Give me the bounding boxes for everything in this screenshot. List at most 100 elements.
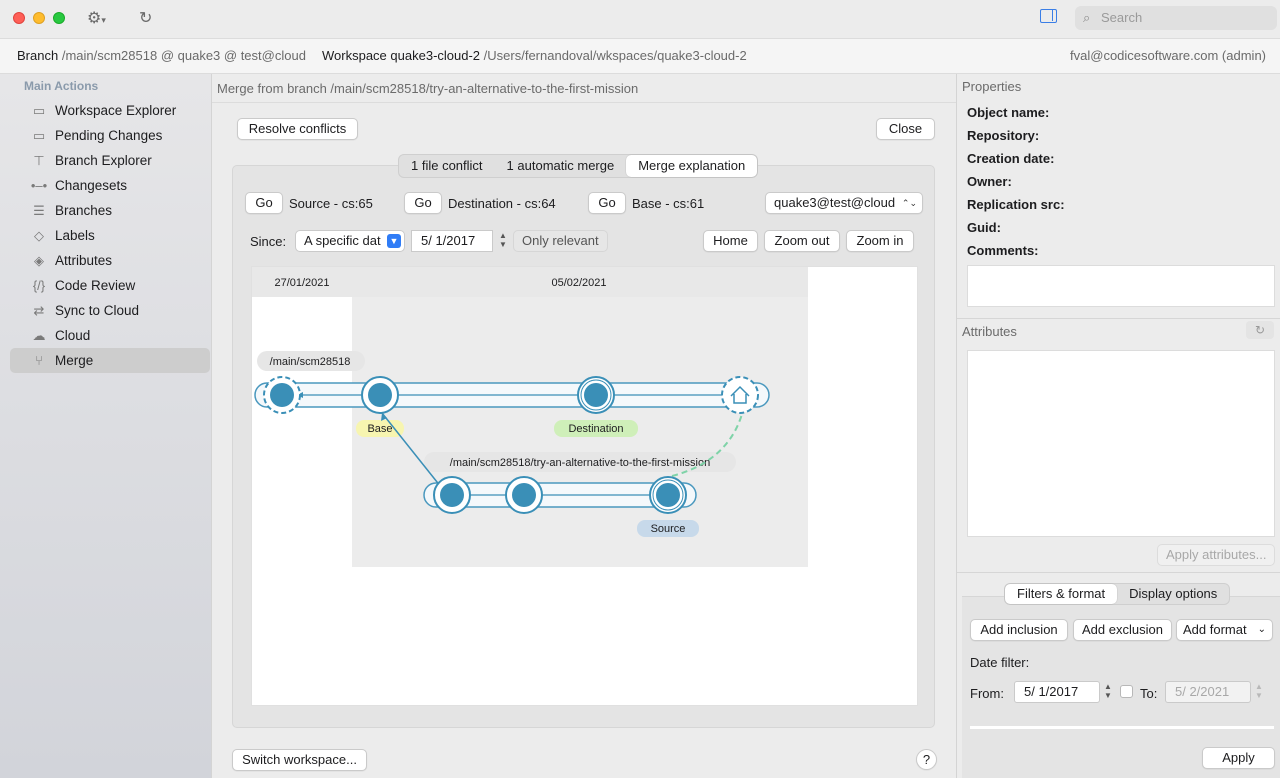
changesets-icon: •–• [30, 178, 48, 193]
filters-list-edge [970, 726, 1274, 729]
sidebar-item-label: Pending Changes [55, 128, 163, 143]
sidebar-item-label: Cloud [55, 328, 91, 343]
repository-select[interactable]: quake3@test@cloud ⌃⌄ [765, 192, 923, 214]
comments-field[interactable] [967, 265, 1275, 307]
replication-src-label: Replication src: [967, 197, 1065, 212]
only-relevant-toggle[interactable]: Only relevant [513, 230, 608, 252]
since-date-field[interactable]: 5/ 1/2017 [411, 230, 493, 252]
sidebar-item-branches[interactable]: ☰ Branches [10, 198, 210, 223]
date-label: 27/01/2021 [274, 277, 329, 289]
from-date-value: 5/ 1/2017 [1024, 684, 1079, 699]
add-exclusion-button[interactable]: Add exclusion [1073, 619, 1172, 641]
workspace-name: quake3-cloud-2 [390, 48, 481, 63]
sidebar-item-code-review[interactable]: {/} Code Review [10, 273, 210, 298]
zoom-out-button[interactable]: Zoom out [764, 230, 840, 252]
sidebar-item-changesets[interactable]: •–• Changesets [10, 173, 210, 198]
changeset-node-head[interactable] [721, 376, 759, 414]
changeset-node-fill [656, 483, 680, 507]
owner-label: Owner: [967, 174, 1012, 189]
merge-title: Merge from branch /main/scm28518/try-an-… [217, 81, 639, 96]
sidebar-item-label: Branch Explorer [55, 153, 152, 168]
creation-date-label: Creation date: [967, 151, 1055, 166]
sidebar-item-workspace-explorer[interactable]: ▭ Workspace Explorer [10, 98, 210, 123]
sidebar-item-branch-explorer[interactable]: ⊤ Branch Explorer [10, 148, 210, 173]
branch-explorer-icon: ⊤ [33, 153, 45, 168]
changeset-node-fill [368, 383, 392, 407]
from-date-field[interactable]: 5/ 1/2017 [1014, 681, 1100, 703]
zoom-in-button[interactable]: Zoom in [846, 230, 914, 252]
changeset-node-fill [270, 383, 294, 407]
workspace-label: Workspace [322, 48, 387, 63]
switch-workspace-button[interactable]: Switch workspace... [232, 749, 367, 771]
chevron-down-icon: ▼ [387, 234, 401, 248]
date-label: 05/02/2021 [551, 277, 606, 289]
attributes-list[interactable] [967, 350, 1275, 537]
close-window-button[interactable] [13, 12, 25, 24]
title-bar: ⚙▾ ↻ ⌕ Search [0, 0, 1280, 38]
tag-base-text: Base [367, 423, 392, 435]
changeset-node-fill [584, 383, 608, 407]
to-date-field[interactable]: 5/ 2/2021 [1165, 681, 1251, 703]
sidebar-item-label: Workspace Explorer [55, 103, 177, 118]
comments-label: Comments: [967, 243, 1039, 258]
tab-file-conflict[interactable]: 1 file conflict [399, 155, 495, 177]
sync-icon: ⇄ [33, 303, 45, 318]
branch-graph[interactable]: 27/01/2021 05/02/2021 /main/scm28518 Bas… [251, 266, 918, 706]
folder-icon: ▭ [32, 103, 46, 118]
tab-filters-format[interactable]: Filters & format [1005, 584, 1118, 604]
close-button[interactable]: Close [876, 118, 935, 140]
since-select[interactable]: A specific dat ▼ [295, 230, 405, 252]
branch-label: Branch [17, 48, 59, 63]
since-date-stepper[interactable]: ▲ ▼ [497, 231, 509, 251]
to-date-stepper[interactable]: ▲ ▼ [1253, 682, 1265, 702]
search-placeholder: Search [1101, 10, 1143, 25]
from-date-stepper[interactable]: ▲ ▼ [1102, 682, 1114, 702]
help-button[interactable]: ? [916, 749, 937, 770]
to-date-value: 5/ 2/2021 [1175, 684, 1230, 699]
resolve-conflicts-button[interactable]: Resolve conflicts [237, 118, 358, 140]
tag-destination-text: Destination [568, 423, 623, 435]
since-select-value: A specific dat [304, 233, 381, 248]
add-format-select[interactable]: Add format ⌄ [1176, 619, 1273, 641]
sidebar-toggle-icon[interactable] [1040, 9, 1057, 23]
filters-tabs: Filters & format Display options [1004, 583, 1231, 605]
workspace-info: Workspace quake3-cloud-2 /Users/fernando… [322, 39, 747, 73]
sidebar-item-cloud[interactable]: ☁ Cloud [10, 323, 210, 348]
go-source-button[interactable]: Go [245, 192, 283, 214]
add-inclusion-button[interactable]: Add inclusion [970, 619, 1068, 641]
sidebar-item-pending-changes[interactable]: ▭ Pending Changes [10, 123, 210, 148]
refresh-icon[interactable]: ↻ [139, 8, 152, 28]
minimize-window-button[interactable] [33, 12, 45, 24]
tab-merge-explanation[interactable]: Merge explanation [626, 155, 758, 177]
chevron-down-icon: ⌄ [1257, 624, 1266, 635]
to-date-checkbox[interactable] [1120, 685, 1133, 698]
sidebar-item-label: Labels [55, 228, 95, 243]
since-date-value: 5/ 1/2017 [421, 233, 476, 248]
gear-icon[interactable]: ⚙▾ [87, 8, 106, 28]
divider [957, 572, 1280, 573]
merge-icon: ⑂ [35, 353, 43, 368]
search-input[interactable]: ⌕ Search [1075, 6, 1277, 30]
source-label: Source - cs:65 [289, 196, 373, 211]
attributes-icon: ◈ [34, 253, 44, 268]
home-button[interactable]: Home [703, 230, 758, 252]
tab-automatic-merge[interactable]: 1 automatic merge [495, 155, 627, 177]
tab-display-options[interactable]: Display options [1117, 584, 1229, 604]
date-filter-label: Date filter: [970, 655, 1030, 670]
go-base-button[interactable]: Go [588, 192, 626, 214]
sidebar-item-label: Branches [55, 203, 113, 218]
sidebar-item-sync-to-cloud[interactable]: ⇄ Sync to Cloud [10, 298, 210, 323]
add-format-label: Add format [1183, 622, 1247, 637]
go-destination-button[interactable]: Go [404, 192, 442, 214]
repository-label: Repository: [967, 128, 1040, 143]
sidebar-item-label: Sync to Cloud [55, 303, 140, 318]
apply-button[interactable]: Apply [1202, 747, 1275, 769]
sidebar-item-labels[interactable]: ◇ Labels [10, 223, 210, 248]
sidebar-item-merge[interactable]: ⑂ Merge [10, 348, 210, 373]
sidebar-header: Main Actions [24, 79, 99, 93]
zoom-window-button[interactable] [53, 12, 65, 24]
base-label: Base - cs:61 [632, 196, 705, 211]
refresh-attributes-icon[interactable]: ↻ [1246, 321, 1274, 339]
apply-attributes-button[interactable]: Apply attributes... [1157, 544, 1276, 566]
sidebar-item-attributes[interactable]: ◈ Attributes [10, 248, 210, 273]
